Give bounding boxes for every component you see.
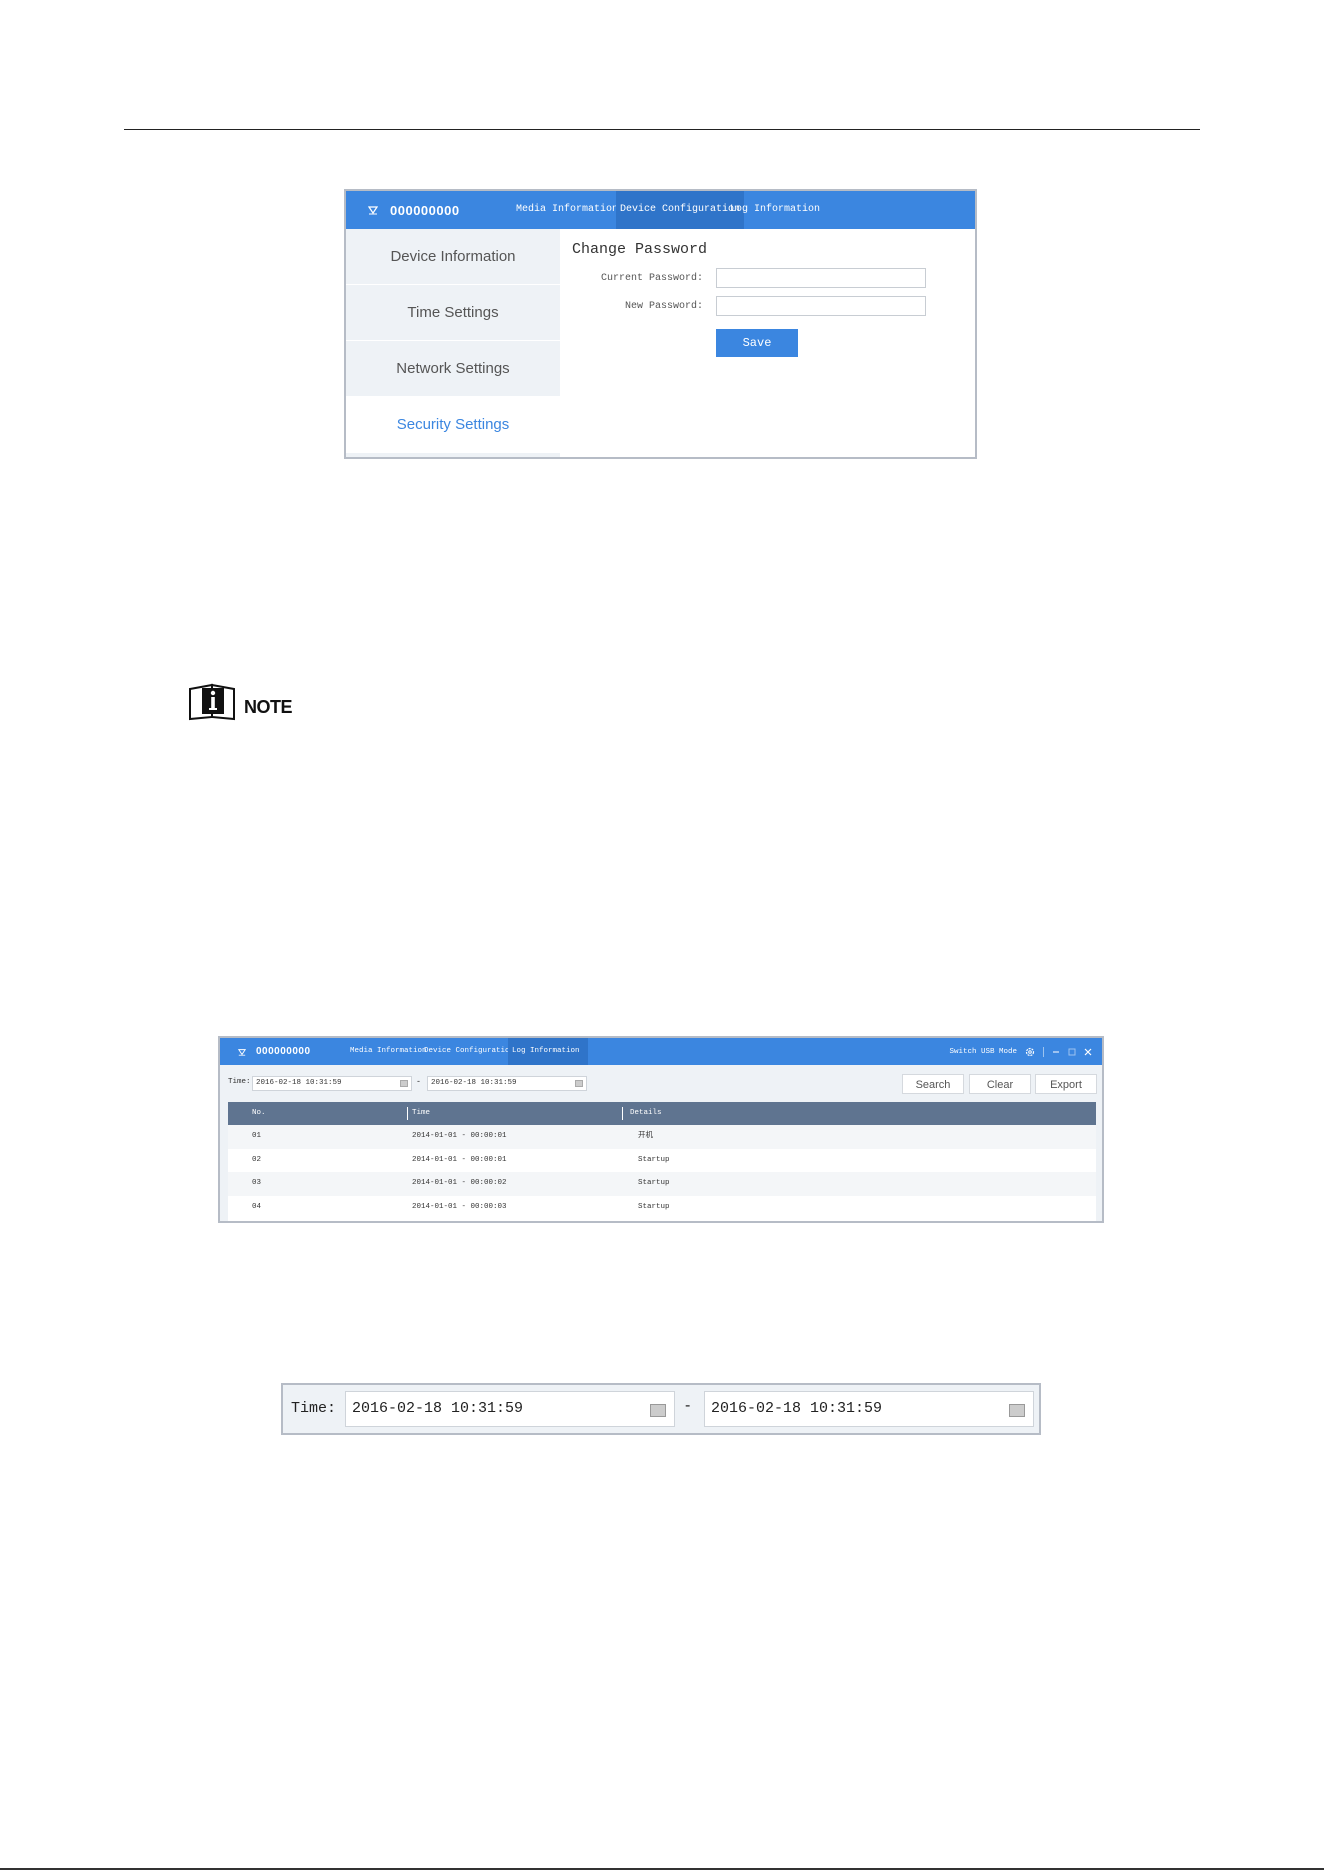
page-header-rule <box>124 129 1200 130</box>
cell-no: 01 <box>252 1132 262 1140</box>
start-time-input[interactable]: 2016-02-18 10:31:59 <box>345 1391 675 1427</box>
column-header-time[interactable]: Time <box>412 1102 430 1125</box>
cell-time: 2014-01-01 - 00:00:03 <box>412 1202 507 1211</box>
calendar-icon[interactable] <box>1009 1404 1025 1417</box>
end-time-value: 2016-02-18 10:31:59 <box>431 1079 517 1087</box>
cell-details: Startup <box>638 1179 670 1187</box>
tab-device-configuration[interactable]: Device Configuration <box>616 191 745 229</box>
device-dropdown-icon[interactable] <box>368 205 378 215</box>
sidebar-item-security-settings[interactable]: Security Settings <box>346 397 560 453</box>
calendar-icon[interactable] <box>575 1080 583 1087</box>
calendar-icon[interactable] <box>400 1080 408 1087</box>
time-label: Time: <box>228 1078 251 1086</box>
cell-no: 03 <box>252 1179 262 1187</box>
new-password-input[interactable] <box>716 296 926 316</box>
calendar-icon[interactable] <box>650 1404 666 1417</box>
table-header: No. Time Details <box>228 1102 1096 1125</box>
tab-log-information[interactable]: Log Information <box>726 191 824 229</box>
close-icon[interactable] <box>1084 1048 1092 1056</box>
tab-media-information[interactable]: Media Information <box>346 1038 431 1065</box>
cell-time: 2014-01-01 - 00:00:01 <box>412 1132 507 1140</box>
cell-details: 开机 <box>638 1132 653 1140</box>
current-password-input[interactable] <box>716 268 926 288</box>
search-button[interactable]: Search <box>902 1074 964 1094</box>
device-name: 000000000 <box>390 202 460 218</box>
start-time-input[interactable]: 2016-02-18 10:31:59 <box>252 1076 412 1091</box>
sidebar-item-network-settings[interactable]: Network Settings <box>346 341 560 397</box>
table-row[interactable]: 01 2014-01-01 - 00:00:01 开机 <box>228 1125 1096 1149</box>
tab-log-information[interactable]: Log Information <box>508 1038 588 1065</box>
clear-button[interactable]: Clear <box>969 1074 1031 1094</box>
start-time-value: 2016-02-18 10:31:59 <box>352 1400 524 1417</box>
minimize-icon[interactable] <box>1052 1048 1060 1056</box>
note-callout: NOTE <box>188 683 293 721</box>
time-label: Time: <box>291 1400 337 1417</box>
toolbar-divider <box>1043 1046 1044 1057</box>
export-button[interactable]: Export <box>1035 1074 1097 1094</box>
device-name: 000000000 <box>256 1046 311 1057</box>
cell-time: 2014-01-01 - 00:00:01 <box>412 1155 507 1164</box>
note-book-icon <box>189 683 235 721</box>
cell-details: Startup <box>638 1155 670 1164</box>
end-time-input[interactable]: 2016-02-18 10:31:59 <box>704 1391 1034 1427</box>
settings-sidebar: Device Information Time Settings Network… <box>346 229 560 457</box>
table-row[interactable]: 03 2014-01-01 - 00:00:02 Startup <box>228 1172 1096 1196</box>
window-controls: Switch USB Mode <box>949 1038 1092 1065</box>
table-row[interactable]: 02 2014-01-01 - 00:00:01 Startup <box>228 1149 1096 1173</box>
column-divider[interactable] <box>407 1107 408 1120</box>
start-time-value: 2016-02-18 10:31:59 <box>256 1079 342 1087</box>
cell-no: 04 <box>252 1202 262 1211</box>
maximize-icon[interactable] <box>1068 1048 1076 1056</box>
end-time-value: 2016-02-18 10:31:59 <box>711 1400 883 1417</box>
tab-media-information[interactable]: Media Information <box>512 191 622 229</box>
table-body: 01 2014-01-01 - 00:00:01 开机 02 2014-01-0… <box>228 1125 1096 1219</box>
cell-no: 02 <box>252 1155 262 1164</box>
log-table: No. Time Details 01 2014-01-01 - 00:00:0… <box>228 1102 1096 1221</box>
range-dash: - <box>417 1076 420 1086</box>
device-brand: 000000000 <box>368 191 460 229</box>
column-header-details[interactable]: Details <box>630 1102 662 1125</box>
sidebar-item-time-settings[interactable]: Time Settings <box>346 285 560 341</box>
end-time-input[interactable]: 2016-02-18 10:31:59 <box>427 1076 587 1091</box>
sidebar-item-device-information[interactable]: Device Information <box>346 229 560 285</box>
log-information-screenshot: 000000000 Media Information Device Confi… <box>218 1036 1104 1223</box>
tab-device-configuration[interactable]: Device Configuration <box>420 1038 518 1065</box>
security-settings-screenshot: 000000000 Media Information Device Confi… <box>344 189 977 459</box>
cell-time: 2014-01-01 - 00:00:02 <box>412 1179 507 1187</box>
time-range-screenshot: Time: 2016-02-18 10:31:59 - 2016-02-18 1… <box>281 1383 1041 1435</box>
device-brand: 000000000 <box>238 1038 311 1065</box>
save-button[interactable]: Save <box>716 329 798 357</box>
page-footer-rule <box>0 1868 1324 1870</box>
top-bar: 000000000 Media Information Device Confi… <box>220 1038 1102 1065</box>
new-password-label: New Password: <box>624 301 703 312</box>
range-dash: - <box>685 1397 691 1414</box>
panel-title: Change Password <box>572 241 708 258</box>
cell-details: Startup <box>638 1202 670 1211</box>
column-header-no[interactable]: No. <box>252 1102 266 1125</box>
log-search-toolbar: Time: 2016-02-18 10:31:59 - 2016-02-18 1… <box>220 1065 1102 1097</box>
top-bar: 000000000 Media Information Device Confi… <box>346 191 975 229</box>
table-row[interactable]: 04 2014-01-01 - 00:00:03 Startup <box>228 1196 1096 1220</box>
switch-usb-mode-label[interactable]: Switch USB Mode <box>949 1048 1017 1056</box>
device-dropdown-icon[interactable] <box>238 1048 246 1056</box>
gear-icon[interactable] <box>1025 1047 1035 1057</box>
change-password-panel: Change Password Current Password: New Pa… <box>560 229 975 457</box>
current-password-label: Current Password: <box>600 273 703 284</box>
note-label: NOTE <box>244 696 293 717</box>
column-divider[interactable] <box>622 1107 623 1120</box>
